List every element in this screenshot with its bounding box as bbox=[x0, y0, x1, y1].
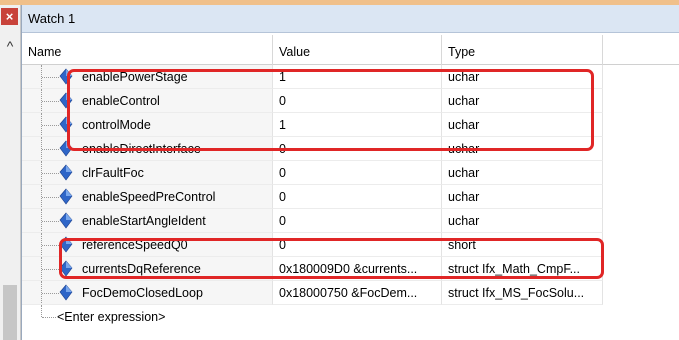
variable-name: controlMode bbox=[82, 118, 151, 132]
table-row[interactable]: enableStartAngleIdent 0 uchar bbox=[22, 209, 679, 233]
variable-icon bbox=[59, 212, 73, 229]
value-cell[interactable]: 0 bbox=[273, 209, 442, 233]
table-row[interactable]: currentsDqReference 0x180009D0 &currents.… bbox=[22, 257, 679, 281]
variable-icon bbox=[59, 188, 73, 205]
variable-name: enableStartAngleIdent bbox=[82, 214, 206, 228]
value-cell[interactable]: 0x180009D0 &currents... bbox=[273, 257, 442, 281]
variable-icon bbox=[59, 140, 73, 157]
variable-icon bbox=[59, 260, 73, 277]
value-cell[interactable]: 0 bbox=[273, 233, 442, 257]
table-row[interactable]: enableDirectInterface 0 uchar bbox=[22, 137, 679, 161]
tree-branch bbox=[42, 317, 56, 319]
tree-line bbox=[41, 305, 43, 317]
close-button[interactable]: × bbox=[1, 8, 18, 25]
type-cell: short bbox=[442, 233, 603, 257]
value-cell[interactable]: 0 bbox=[273, 89, 442, 113]
value-cell[interactable]: 0 bbox=[273, 185, 442, 209]
name-cell[interactable]: enableDirectInterface bbox=[22, 137, 273, 161]
tree-branch bbox=[42, 221, 59, 223]
variable-name: enablePowerStage bbox=[82, 70, 188, 84]
value-cell[interactable]: 0x18000750 &FocDem... bbox=[273, 281, 442, 305]
table-row[interactable]: enableSpeedPreControl 0 uchar bbox=[22, 185, 679, 209]
variable-icon bbox=[59, 284, 73, 301]
variable-icon bbox=[59, 68, 73, 85]
tree-branch bbox=[42, 149, 59, 151]
column-header-name[interactable]: Name bbox=[22, 35, 273, 65]
column-header-value[interactable]: Value bbox=[273, 35, 442, 65]
enter-expression-cell[interactable]: <Enter expression> bbox=[22, 305, 273, 329]
variable-icon bbox=[59, 116, 73, 133]
variable-name: enableSpeedPreControl bbox=[82, 190, 216, 204]
variable-name: enableDirectInterface bbox=[82, 142, 201, 156]
type-cell: struct Ifx_MS_FocSolu... bbox=[442, 281, 603, 305]
name-cell[interactable]: enablePowerStage bbox=[22, 65, 273, 89]
table-row[interactable]: clrFaultFoc 0 uchar bbox=[22, 161, 679, 185]
table-row[interactable]: enablePowerStage 1 uchar bbox=[22, 65, 679, 89]
tree-branch bbox=[42, 293, 59, 295]
type-cell: uchar bbox=[442, 113, 603, 137]
name-cell[interactable]: enableControl bbox=[22, 89, 273, 113]
side-panel: × ^ bbox=[0, 5, 21, 340]
variable-name: enableControl bbox=[82, 94, 160, 108]
tree-branch bbox=[42, 173, 59, 175]
column-header-type[interactable]: Type bbox=[442, 35, 603, 65]
name-cell[interactable]: enableStartAngleIdent bbox=[22, 209, 273, 233]
enter-expression-input[interactable]: <Enter expression> bbox=[57, 305, 165, 329]
column-header-row: Name Value Type bbox=[22, 35, 679, 65]
value-cell[interactable]: 0 bbox=[273, 161, 442, 185]
tree-branch bbox=[42, 77, 59, 79]
table-row[interactable]: FocDemoClosedLoop 0x18000750 &FocDem... st… bbox=[22, 281, 679, 305]
variable-icon bbox=[59, 236, 73, 253]
scroll-up-icon[interactable]: ^ bbox=[4, 39, 16, 53]
value-cell[interactable]: 0 bbox=[273, 137, 442, 161]
type-cell: uchar bbox=[442, 137, 603, 161]
table-row[interactable]: enableControl 0 uchar bbox=[22, 89, 679, 113]
name-cell[interactable]: clrFaultFoc bbox=[22, 161, 273, 185]
variable-name: referenceSpeedQ0 bbox=[82, 238, 188, 252]
name-cell[interactable]: enableSpeedPreControl bbox=[22, 185, 273, 209]
tree-branch bbox=[42, 245, 59, 247]
watch-panel: Watch 1 Name Value Type enablePowerStage… bbox=[21, 5, 679, 340]
variable-name: clrFaultFoc bbox=[82, 166, 144, 180]
variable-name: currentsDqReference bbox=[82, 262, 201, 276]
name-cell[interactable]: currentsDqReference bbox=[22, 257, 273, 281]
type-cell: uchar bbox=[442, 65, 603, 89]
table-row[interactable]: referenceSpeedQ0 0 short bbox=[22, 233, 679, 257]
value-cell[interactable]: 1 bbox=[273, 113, 442, 137]
watch-title: Watch 1 bbox=[28, 11, 76, 26]
tree-branch bbox=[42, 197, 59, 199]
watch-title-bar: Watch 1 bbox=[22, 5, 679, 33]
enter-expression-row[interactable]: <Enter expression> bbox=[22, 305, 679, 329]
variable-icon bbox=[59, 92, 73, 109]
type-cell: uchar bbox=[442, 209, 603, 233]
value-cell[interactable]: 1 bbox=[273, 65, 442, 89]
type-cell: uchar bbox=[442, 185, 603, 209]
name-cell[interactable]: referenceSpeedQ0 bbox=[22, 233, 273, 257]
tree-branch bbox=[42, 269, 59, 271]
name-cell[interactable]: controlMode bbox=[22, 113, 273, 137]
scrollbar-thumb[interactable] bbox=[3, 285, 17, 340]
variable-icon bbox=[59, 164, 73, 181]
table-row[interactable]: controlMode 1 uchar bbox=[22, 113, 679, 137]
tree-branch bbox=[42, 125, 59, 127]
name-cell[interactable]: FocDemoClosedLoop bbox=[22, 281, 273, 305]
type-cell: struct Ifx_Math_CmpF... bbox=[442, 257, 603, 281]
type-cell: uchar bbox=[442, 89, 603, 113]
tree-branch bbox=[42, 101, 59, 103]
type-cell: uchar bbox=[442, 161, 603, 185]
variable-name: FocDemoClosedLoop bbox=[82, 286, 203, 300]
